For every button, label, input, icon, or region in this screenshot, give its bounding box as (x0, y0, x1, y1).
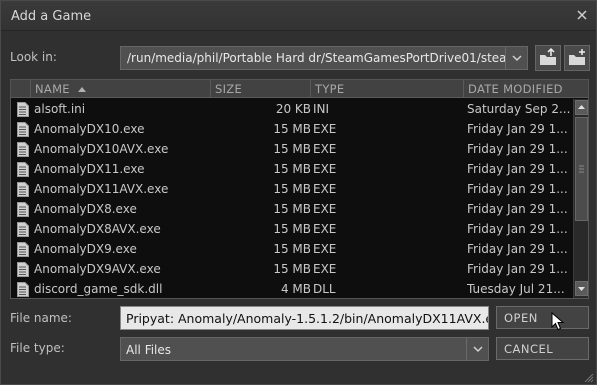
file-icon (17, 282, 29, 297)
file-date: Friday Jan 29 1... (467, 262, 568, 276)
file-icon (17, 262, 29, 277)
column-header-type[interactable]: TYPE (311, 80, 464, 98)
file-row[interactable]: AnomalyDX10.exe 15 MB EXE Friday Jan 29 … (11, 119, 573, 139)
file-icon (17, 142, 29, 157)
file-icon (17, 162, 29, 177)
column-header-name-label: NAME (35, 82, 70, 96)
file-date: Friday Jan 29 1... (467, 202, 568, 216)
folder-up-icon (540, 47, 556, 65)
open-button[interactable]: OPEN (496, 306, 589, 329)
header-icon-column (11, 80, 31, 98)
file-name-input[interactable]: Pripyat: Anomaly/Anomaly-1.5.1.2/bin/Ano… (120, 306, 489, 330)
file-name-label: File name: (10, 311, 72, 325)
file-size: 15 MB (273, 242, 311, 256)
file-icon (17, 242, 29, 257)
file-name: AnomalyDX8.exe (34, 202, 137, 216)
file-type-dropdown[interactable]: All Files (120, 337, 489, 361)
file-name: alsoft.ini (34, 102, 86, 116)
file-icon (17, 202, 29, 217)
triangle-down-icon (578, 287, 585, 291)
dialog-title: Add a Game (11, 9, 92, 24)
file-icon (17, 102, 29, 117)
file-name: AnomalyDX9AVX.exe (34, 262, 161, 276)
file-date: Friday Jan 29 1... (467, 222, 568, 236)
up-folder-button[interactable] (535, 45, 561, 71)
file-row[interactable]: AnomalyDX10AVX.exe 15 MB EXE Friday Jan … (11, 139, 573, 159)
file-type: EXE (313, 242, 337, 256)
new-folder-icon (569, 49, 585, 65)
vertical-scrollbar[interactable] (573, 99, 588, 298)
file-type: EXE (313, 262, 337, 276)
file-name: AnomalyDX10.exe (34, 122, 145, 136)
file-type: EXE (313, 222, 337, 236)
column-header-size[interactable]: SIZE (211, 80, 311, 98)
file-date: Friday Jan 29 1... (467, 142, 568, 156)
chevron-down-icon[interactable] (466, 338, 488, 360)
file-date: Friday Jan 29 1... (467, 162, 568, 176)
file-row[interactable]: AnomalyDX8AVX.exe 15 MB EXE Friday Jan 2… (11, 219, 573, 239)
file-icon (17, 122, 29, 137)
file-list[interactable]: NAME SIZE TYPE DATE MODIFIED alsoft.ini … (10, 79, 589, 299)
file-type: EXE (313, 202, 337, 216)
file-size: 4 MB (280, 282, 311, 296)
column-header-date[interactable]: DATE MODIFIED (464, 80, 588, 98)
file-date: Friday Jan 29 1... (467, 182, 568, 196)
file-name: AnomalyDX11.exe (34, 162, 145, 176)
close-icon[interactable] (574, 7, 590, 23)
add-game-dialog: Add a Game Look in: /run/media/phil/Port… (0, 0, 597, 385)
file-name: AnomalyDX10AVX.exe (34, 142, 169, 156)
look-in-label: Look in: (10, 50, 57, 64)
file-list-header: NAME SIZE TYPE DATE MODIFIED (11, 80, 588, 98)
look-in-path: /run/media/phil/Portable Hard dr/SteamGa… (127, 51, 507, 65)
file-row[interactable]: AnomalyDX11.exe 15 MB EXE Friday Jan 29 … (11, 159, 573, 179)
file-type: EXE (313, 182, 337, 196)
file-date: Tuesday Jul 21... (467, 282, 565, 296)
file-type: DLL (313, 282, 336, 296)
look-in-dropdown[interactable]: /run/media/phil/Portable Hard dr/SteamGa… (120, 46, 528, 70)
file-size: 15 MB (273, 262, 311, 276)
file-type: EXE (313, 142, 337, 156)
file-name: AnomalyDX9.exe (34, 242, 137, 256)
file-row[interactable]: discord_game_sdk.dll 4 MB DLL Tuesday Ju… (11, 279, 573, 298)
title-bar[interactable]: Add a Game (1, 1, 596, 31)
file-type: EXE (313, 122, 337, 136)
file-type: INI (313, 102, 330, 116)
file-icon (17, 182, 29, 197)
file-type: EXE (313, 162, 337, 176)
file-row[interactable]: AnomalyDX11AVX.exe 15 MB EXE Friday Jan … (11, 179, 573, 199)
file-name: AnomalyDX11AVX.exe (34, 182, 169, 196)
scroll-down-button[interactable] (575, 281, 588, 296)
sort-ascending-icon (77, 87, 86, 92)
file-row[interactable]: AnomalyDX9.exe 15 MB EXE Friday Jan 29 1… (11, 239, 573, 259)
file-date: Friday Jan 29 1... (467, 242, 568, 256)
column-header-name[interactable]: NAME (31, 80, 211, 98)
file-size: 15 MB (273, 142, 311, 156)
file-size: 15 MB (273, 162, 311, 176)
file-size: 20 KB (275, 102, 311, 116)
grip-icon (579, 165, 584, 173)
chevron-down-icon[interactable] (505, 47, 527, 69)
file-row[interactable]: AnomalyDX8.exe 15 MB EXE Friday Jan 29 1… (11, 199, 573, 219)
file-size: 15 MB (273, 122, 311, 136)
file-name: AnomalyDX8AVX.exe (34, 222, 161, 236)
resize-grip-icon[interactable] (584, 372, 594, 383)
file-size: 15 MB (273, 182, 311, 196)
file-type-value: All Files (126, 343, 172, 357)
file-date: Friday Jan 29 1... (467, 122, 568, 136)
file-row[interactable]: AnomalyDX9AVX.exe 15 MB EXE Friday Jan 2… (11, 259, 573, 279)
file-type-label: File type: (10, 341, 65, 355)
cancel-button[interactable]: CANCEL (496, 337, 589, 360)
mouse-cursor-icon (551, 311, 565, 332)
file-size: 15 MB (273, 202, 311, 216)
new-folder-button[interactable] (564, 45, 590, 71)
scroll-up-button[interactable] (575, 100, 588, 115)
triangle-up-icon (578, 105, 585, 109)
file-name: discord_game_sdk.dll (34, 282, 163, 296)
scrollbar-thumb[interactable] (575, 117, 588, 221)
file-icon (17, 222, 29, 237)
file-date: Saturday Sep 2... (467, 102, 571, 116)
file-size: 15 MB (273, 222, 311, 236)
file-row[interactable]: alsoft.ini 20 KB INI Saturday Sep 2... (11, 99, 573, 119)
